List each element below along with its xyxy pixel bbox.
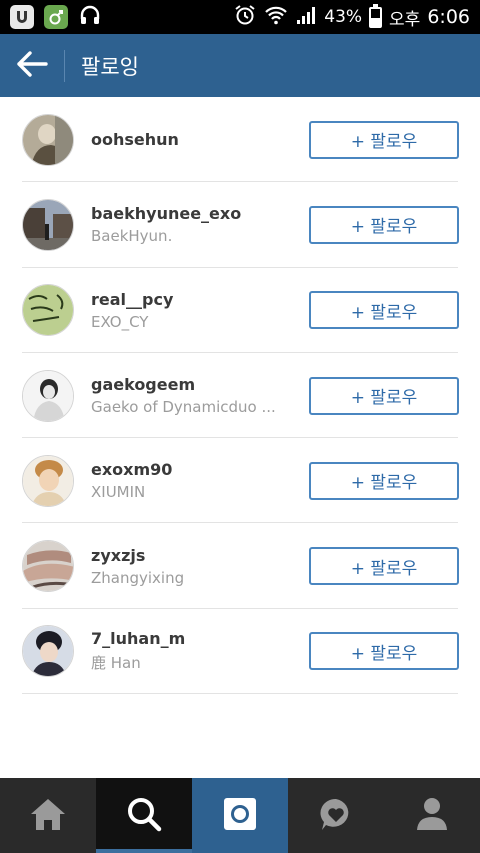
user-info: real__pcy EXO_CY xyxy=(91,290,296,331)
headphones-icon xyxy=(78,3,102,31)
list-item[interactable]: zyxzjs Zhangyixing + 팔로우 xyxy=(0,523,480,610)
follow-button[interactable]: + 팔로우 xyxy=(309,120,459,159)
user-info: gaekogeem Gaeko of Dynamicduo ... xyxy=(91,375,296,416)
username[interactable]: zyxzjs xyxy=(91,546,296,565)
username[interactable]: real__pcy xyxy=(91,290,296,309)
follow-button[interactable]: + 팔로우 xyxy=(309,632,459,671)
full-name: XIUMIN xyxy=(91,483,146,502)
user-info: zyxzjs Zhangyixing xyxy=(91,546,296,587)
user-info: oohsehun xyxy=(91,130,296,149)
battery-percent: 43% xyxy=(324,7,363,27)
camera-icon xyxy=(222,796,258,836)
avatar[interactable] xyxy=(22,625,74,678)
avatar[interactable] xyxy=(22,113,74,166)
bottom-nav xyxy=(0,778,480,853)
avatar[interactable] xyxy=(22,198,74,251)
nav-search[interactable] xyxy=(96,778,192,853)
full-name: EXO_CY xyxy=(91,312,149,331)
nav-profile[interactable] xyxy=(384,778,480,853)
status-system: 43% 오후 6:06 xyxy=(233,3,480,32)
follow-button[interactable]: + 팔로우 xyxy=(309,547,459,586)
back-button[interactable] xyxy=(0,34,64,97)
list-item[interactable]: oohsehun + 팔로우 xyxy=(0,97,480,183)
activity-icon xyxy=(318,796,354,836)
back-arrow-icon xyxy=(16,50,48,81)
user-info: 7_luhan_m 鹿 Han xyxy=(91,629,296,673)
username[interactable]: exoxm90 xyxy=(91,460,296,479)
list-item[interactable]: baekhyunee_exo BaekHyun. + 팔로우 xyxy=(0,182,480,268)
app-header: 팔로잉 xyxy=(0,34,480,97)
full-name: 鹿 Han xyxy=(91,654,141,673)
username[interactable]: 7_luhan_m xyxy=(91,629,296,648)
status-notifications xyxy=(0,3,102,31)
battery-icon xyxy=(369,3,383,28)
list-item[interactable]: exoxm90 XIUMIN + 팔로우 xyxy=(0,438,480,524)
u-app-icon xyxy=(10,5,34,29)
wifi-icon xyxy=(264,3,288,32)
status-bar: 43% 오후 6:06 xyxy=(0,0,480,34)
follow-button[interactable]: + 팔로우 xyxy=(309,376,459,415)
avatar[interactable] xyxy=(22,454,74,507)
username[interactable]: gaekogeem xyxy=(91,375,296,394)
page-title: 팔로잉 xyxy=(81,54,139,79)
follow-button[interactable]: + 팔로우 xyxy=(309,461,459,500)
nav-camera[interactable] xyxy=(192,778,288,853)
battery-fill xyxy=(371,18,381,26)
list-item[interactable]: gaekogeem Gaeko of Dynamicduo ... + 팔로우 xyxy=(0,353,480,439)
avatar[interactable] xyxy=(22,369,74,422)
full-name: Gaeko of Dynamicduo ... xyxy=(91,398,276,417)
clock: 6:06 xyxy=(427,6,470,28)
avatar[interactable] xyxy=(22,284,74,337)
follow-button[interactable]: + 팔로우 xyxy=(309,291,459,330)
fitness-app-icon xyxy=(44,5,68,29)
avatar[interactable] xyxy=(22,540,74,593)
username[interactable]: oohsehun xyxy=(91,130,296,149)
list-item[interactable]: real__pcy EXO_CY + 팔로우 xyxy=(0,268,480,354)
nav-activity[interactable] xyxy=(288,778,384,853)
home-icon xyxy=(28,796,68,836)
user-info: baekhyunee_exo BaekHyun. xyxy=(91,204,296,245)
full-name: Zhangyixing xyxy=(91,568,185,587)
follow-button[interactable]: + 팔로우 xyxy=(309,205,459,244)
signal-icon xyxy=(295,4,317,31)
nav-home[interactable] xyxy=(0,778,96,853)
list-item[interactable]: 7_luhan_m 鹿 Han + 팔로우 xyxy=(0,609,480,695)
following-list: oohsehun + 팔로우 baekhyunee_exo BaekHyun. … xyxy=(0,97,480,695)
profile-icon xyxy=(415,796,449,836)
ampm-label: 오후 xyxy=(389,9,421,30)
full-name: BaekHyun. xyxy=(91,227,173,246)
username[interactable]: baekhyunee_exo xyxy=(91,204,296,223)
alarm-icon xyxy=(233,3,257,32)
user-info: exoxm90 XIUMIN xyxy=(91,460,296,501)
search-icon xyxy=(125,795,163,837)
